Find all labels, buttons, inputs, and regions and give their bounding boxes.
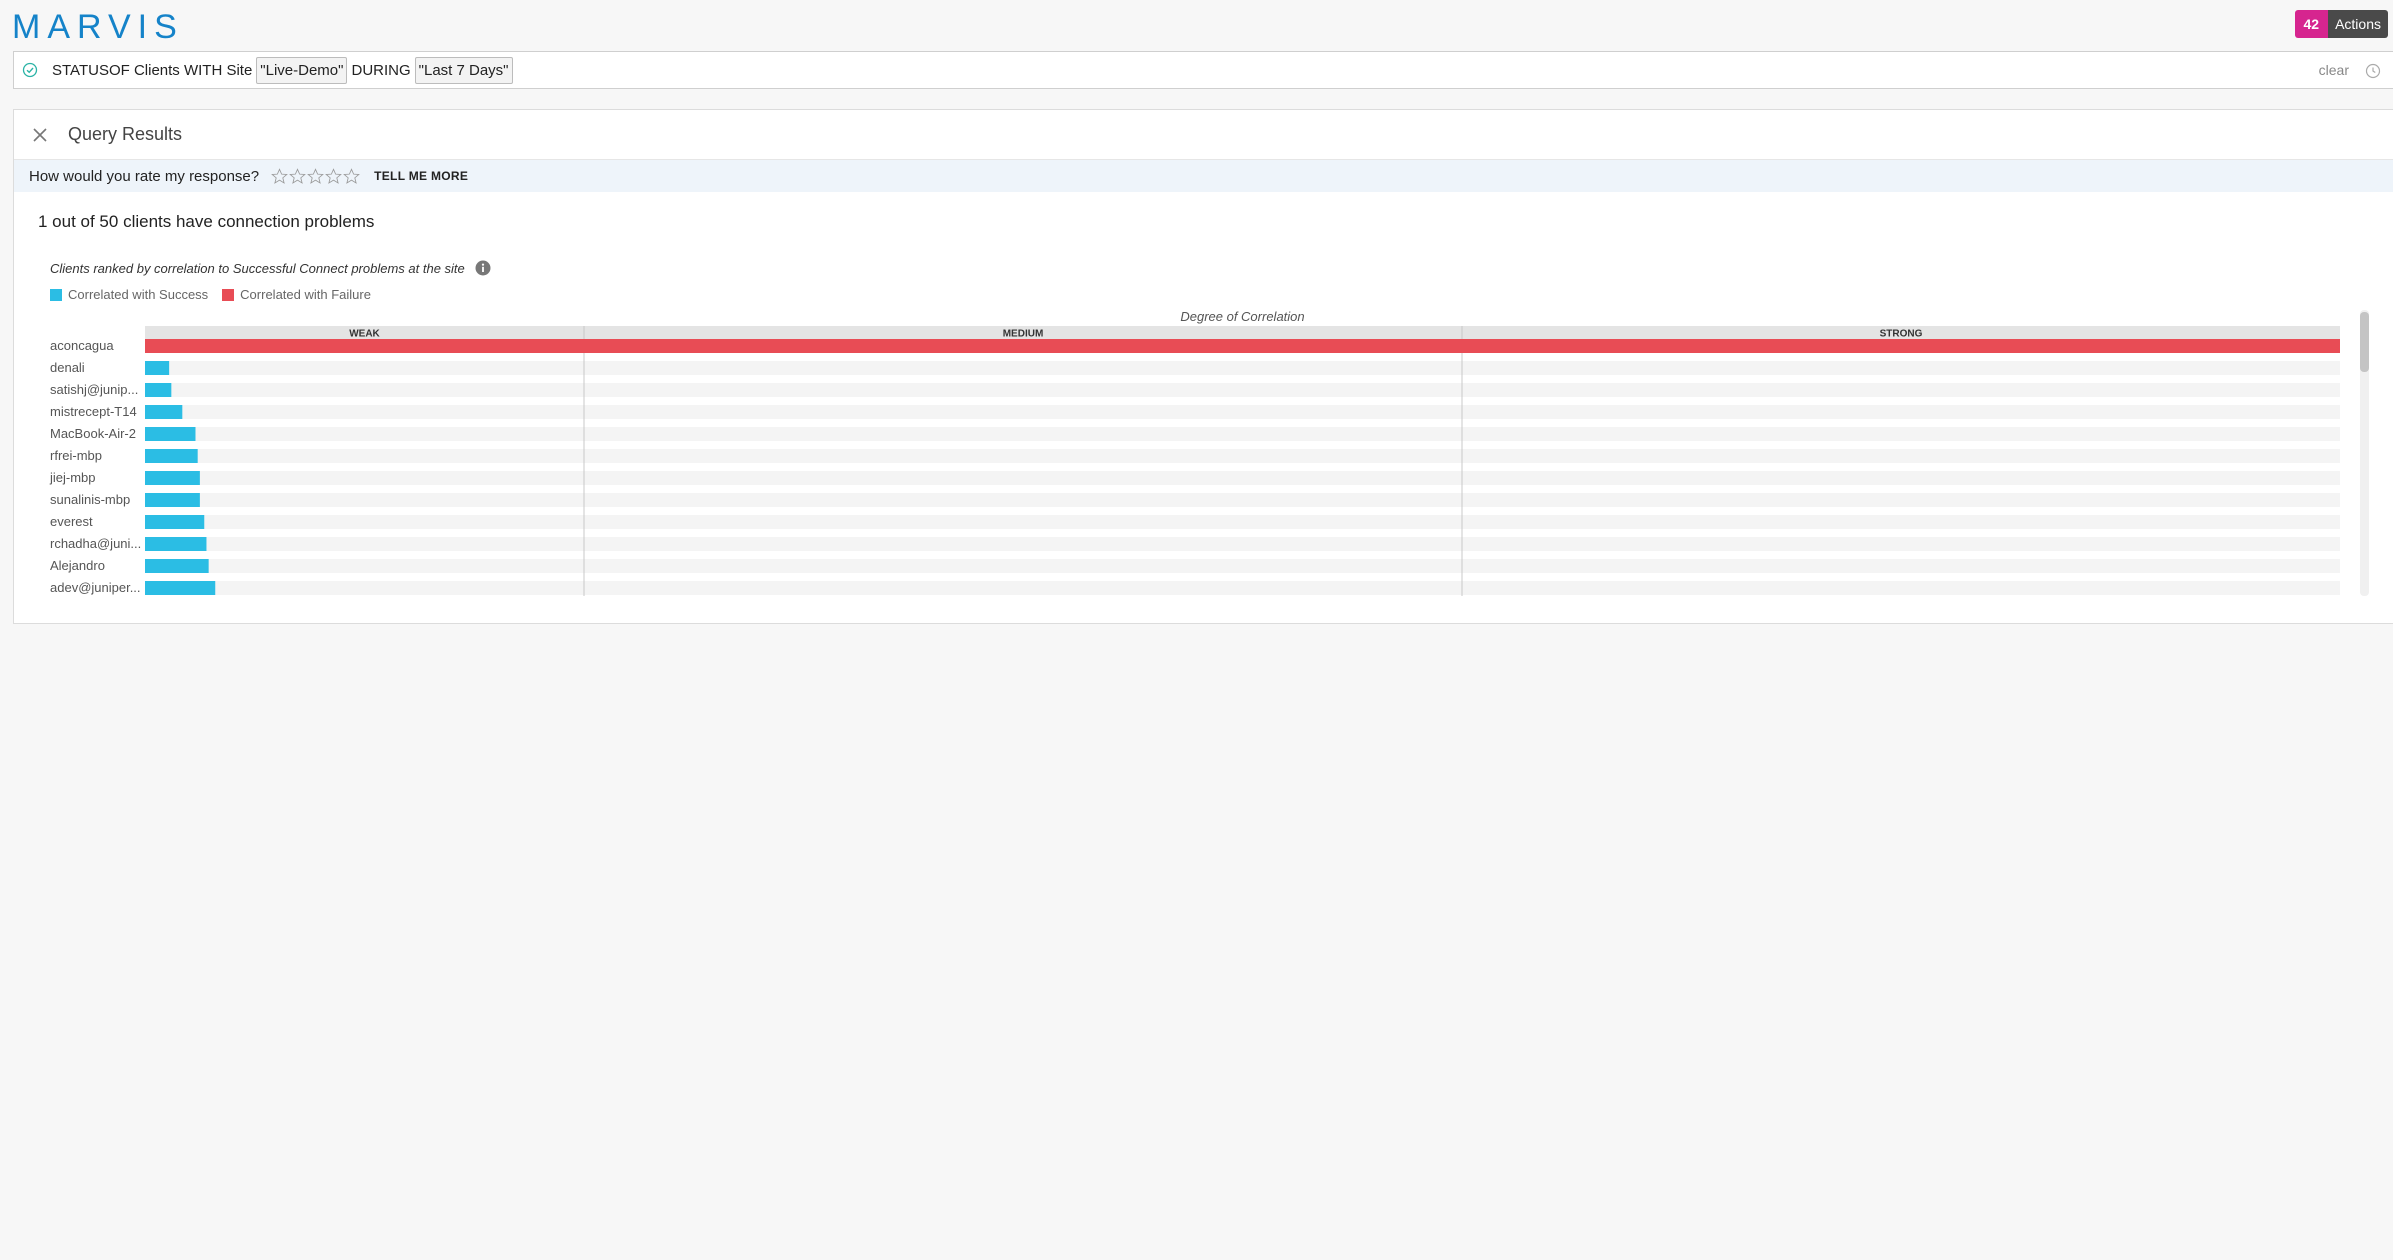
chart-scrollbar[interactable] <box>2360 310 2369 596</box>
query-results-panel: Query Results How would you rate my resp… <box>13 109 2393 624</box>
actions-count-badge: 42 <box>2294 10 2329 38</box>
client-label[interactable]: adev@juniper... <box>50 580 141 595</box>
chart-title: Degree of Correlation <box>1180 309 1304 324</box>
query-bar[interactable]: STATUSOF Clients WITH Site "Live-Demo" D… <box>13 51 2393 89</box>
chart-subtitle-text: Clients ranked by correlation to Success… <box>50 260 465 276</box>
client-label[interactable]: aconcagua <box>50 338 114 353</box>
chart-legend: Correlated with Success Correlated with … <box>50 287 371 302</box>
actions-label: Actions <box>2328 10 2388 38</box>
correlation-chart: Degree of Correlation WEAK MEDIUM STRONG aco… <box>49 309 2340 596</box>
client-label[interactable]: Alejandro <box>50 558 105 573</box>
check-circle-icon <box>22 62 38 78</box>
row-track <box>145 427 2340 441</box>
correlation-bar[interactable] <box>145 339 2340 353</box>
star-icon[interactable] <box>307 167 325 185</box>
star-icon[interactable] <box>271 167 289 185</box>
client-label[interactable]: denali <box>50 360 85 375</box>
client-label[interactable]: mistrecept-T14 <box>50 404 137 419</box>
rating-prompt: How would you rate my response? <box>29 167 260 185</box>
row-track <box>145 405 2340 419</box>
star-icon[interactable] <box>343 167 361 185</box>
band-label-weak: WEAK <box>349 329 380 340</box>
legend-failure-swatch <box>222 288 235 301</box>
row-track <box>145 493 2340 507</box>
rating-stars[interactable] <box>271 167 361 185</box>
correlation-bar[interactable] <box>145 449 198 463</box>
row-track <box>145 471 2340 485</box>
client-label[interactable]: sunalinis-mbp <box>50 492 130 507</box>
legend-success-label: Correlated with Success <box>68 287 209 302</box>
row-track <box>145 559 2340 573</box>
client-label[interactable]: rchadha@juni... <box>50 536 141 551</box>
star-icon[interactable] <box>325 167 343 185</box>
legend-failure: Correlated with Failure <box>222 287 371 302</box>
clear-button[interactable]: clear <box>2319 62 2349 78</box>
marvis-logo: MARVIS <box>12 8 184 46</box>
band-label-medium: MEDIUM <box>1003 329 1044 340</box>
time-token[interactable]: "Last 7 Days" <box>414 56 513 84</box>
panel-title: Query Results <box>68 124 183 144</box>
marvis-app: MARVIS 42 Actions STATUSOF Clients WITH … <box>0 0 2393 1260</box>
row-track <box>145 537 2340 551</box>
correlation-bar[interactable] <box>145 361 170 375</box>
info-icon[interactable] <box>475 260 491 276</box>
close-icon[interactable] <box>31 126 49 144</box>
chart-subtitle: Clients ranked by correlation to Success… <box>50 260 491 276</box>
row-track <box>145 515 2340 529</box>
correlation-bar[interactable] <box>145 515 205 529</box>
summary-text: 1 out of 50 clients have connection prob… <box>38 212 375 231</box>
tell-me-more-link[interactable]: TELL ME MORE <box>374 169 468 183</box>
query-prefix: STATUSOF Clients WITH Site <box>52 61 253 79</box>
chart-scrollbar-thumb[interactable] <box>2360 312 2369 372</box>
site-token[interactable]: "Live-Demo" <box>256 56 348 84</box>
legend-success: Correlated with Success <box>50 287 208 302</box>
query-middle: DURING <box>351 61 411 79</box>
correlation-bar[interactable] <box>145 471 200 485</box>
correlation-bar[interactable] <box>145 559 209 573</box>
correlation-bar[interactable] <box>145 493 200 507</box>
band-label-strong: STRONG <box>1880 329 1923 340</box>
client-label[interactable]: jiej-mbp <box>49 470 96 485</box>
correlation-bar[interactable] <box>145 383 172 397</box>
client-label[interactable]: everest <box>50 514 93 529</box>
row-track <box>145 361 2340 375</box>
correlation-bar[interactable] <box>145 427 196 441</box>
panel-header: Query Results <box>14 110 2393 160</box>
legend-failure-label: Correlated with Failure <box>240 287 371 302</box>
row-track <box>145 383 2340 397</box>
actions-button[interactable]: 42 Actions <box>2294 10 2388 38</box>
client-label[interactable]: rfrei-mbp <box>50 448 102 463</box>
history-clock-icon[interactable] <box>2365 63 2381 79</box>
correlation-bar[interactable] <box>145 537 207 551</box>
client-label[interactable]: satishj@junip... <box>50 382 138 397</box>
star-icon[interactable] <box>289 167 307 185</box>
legend-success-swatch <box>50 288 62 301</box>
band-header-background <box>145 326 2340 340</box>
client-label[interactable]: MacBook-Air-2 <box>50 426 136 441</box>
correlation-bar[interactable] <box>145 405 183 419</box>
row-track <box>145 449 2340 463</box>
rating-bar: How would you rate my response? TELL ME … <box>14 160 2393 192</box>
correlation-bar[interactable] <box>145 581 216 595</box>
row-track <box>145 581 2340 595</box>
